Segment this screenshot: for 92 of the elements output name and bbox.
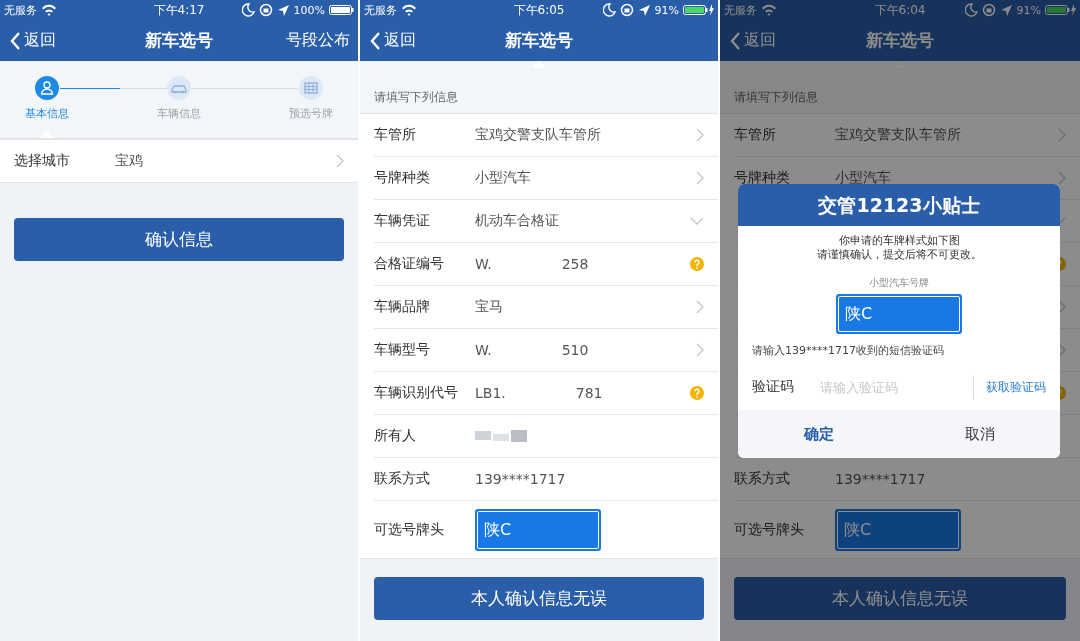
field-value: 139****1717 <box>475 471 566 487</box>
battery-percent: 91% <box>654 3 679 17</box>
plate-caption: 小型汽车号牌 <box>869 276 929 290</box>
clock-text: 下午6:04 <box>874 1 926 19</box>
chevron-right-icon <box>1058 171 1066 185</box>
confirm-button[interactable]: 本人确认信息无误 <box>374 577 704 620</box>
field-label: 联系方式 <box>734 470 791 488</box>
field-label: 车辆品牌 <box>374 298 431 316</box>
moon-icon <box>241 3 255 17</box>
moon-icon <box>602 3 616 17</box>
back-button[interactable]: 返回 <box>368 28 418 53</box>
field-value: 机动车合格证 <box>475 212 559 230</box>
carrier-text: 无服务 <box>364 2 397 18</box>
moon-icon <box>964 3 978 17</box>
field-label: 所有人 <box>374 427 417 445</box>
wifi-icon <box>401 3 417 17</box>
location-arrow-icon <box>637 3 651 17</box>
battery-percent: 91% <box>1016 3 1041 17</box>
license-plate: 陕C <box>475 508 601 551</box>
field-label: 联系方式 <box>374 470 431 488</box>
chevron-left-icon <box>10 30 21 51</box>
field-value: LB1. <box>475 385 506 401</box>
back-button[interactable]: 返回 <box>8 28 58 53</box>
header-link[interactable]: 号段公布 <box>286 30 350 51</box>
section-header: 请填写下列信息 <box>374 89 458 106</box>
field-label: 号牌种类 <box>374 169 431 187</box>
field-value: 258 <box>561 256 589 272</box>
field-label: 车辆识别代号 <box>374 384 459 402</box>
carrier-text: 无服务 <box>4 2 37 18</box>
rotation-lock-icon <box>981 3 996 17</box>
license-plate: 陕C <box>836 294 962 334</box>
field-label: 车管所 <box>734 126 777 144</box>
chevron-right-icon <box>336 154 344 168</box>
rotation-lock-icon <box>619 3 634 17</box>
screen-title: 新车选号 <box>505 29 573 52</box>
location-arrow-icon <box>999 3 1013 17</box>
confirm-button[interactable]: 确认信息 <box>14 218 344 261</box>
license-plate: 陕C <box>835 508 961 551</box>
field-label: 可选号牌头 <box>734 520 805 539</box>
help-icon <box>690 257 704 271</box>
person-icon <box>35 76 59 100</box>
get-code-link[interactable]: 获取验证码 <box>973 375 1046 399</box>
field-value: 小型汽车 <box>475 169 531 187</box>
wifi-icon <box>41 3 57 17</box>
chevron-right-icon <box>696 128 704 142</box>
help-icon <box>690 386 704 400</box>
field-value: 宝鸡 <box>115 152 143 170</box>
field-label: 号牌种类 <box>734 169 791 187</box>
field-value: 宝鸡交警支队车管所 <box>475 126 601 144</box>
field-label: 验证码 <box>752 378 795 396</box>
field-value: 小型汽车 <box>835 169 891 187</box>
field-label: 选择城市 <box>14 152 71 170</box>
field-value: 宝鸡交警支队车管所 <box>835 126 961 144</box>
field-value: W. <box>475 342 492 358</box>
sms-hint: 请输入139****1717收到的短信验证码 <box>752 343 944 358</box>
confirm-button[interactable]: 本人确认信息无误 <box>734 577 1066 620</box>
chevron-right-icon <box>696 343 704 357</box>
field-value: 139****1717 <box>835 471 926 487</box>
screen-title: 新车选号 <box>145 29 213 52</box>
carrier-text: 无服务 <box>724 2 757 18</box>
step-tab[interactable]: 基本信息 <box>12 76 82 121</box>
field-label: 可选号牌头 <box>374 520 445 539</box>
chevron-down-icon <box>690 217 704 225</box>
car-icon <box>167 76 191 100</box>
back-button[interactable]: 返回 <box>728 28 778 53</box>
chevron-right-icon <box>696 300 704 314</box>
dialog-message: 请谨慎确认，提交后将不可更改。 <box>816 248 982 262</box>
dialog-title: 交管12123小贴士 <box>738 184 1060 226</box>
field-value: 781 <box>575 385 603 401</box>
location-arrow-icon <box>276 3 290 17</box>
cancel-button[interactable]: 取消 <box>899 410 1060 458</box>
clock-text: 下午4:17 <box>153 1 205 19</box>
grid-icon <box>299 76 323 100</box>
wifi-icon <box>761 3 777 17</box>
field-value: 510 <box>561 342 589 358</box>
dialog-message: 你申请的车牌样式如下图 <box>838 234 960 248</box>
field-label: 车辆型号 <box>374 341 431 359</box>
section-header: 请填写下列信息 <box>734 89 818 106</box>
battery-percent: 100% <box>293 3 325 17</box>
rotation-lock-icon <box>258 3 273 17</box>
chevron-left-icon <box>730 30 741 51</box>
chevron-left-icon <box>370 30 381 51</box>
field-value: W. <box>475 256 492 272</box>
screen-title: 新车选号 <box>866 29 934 52</box>
ok-button[interactable]: 确定 <box>738 410 899 458</box>
clock-text: 下午6:05 <box>513 1 565 19</box>
field-value: 宝马 <box>475 298 503 316</box>
field-label: 车辆凭证 <box>374 212 431 230</box>
chevron-right-icon <box>1058 128 1066 142</box>
field-label: 车管所 <box>374 126 417 144</box>
chevron-right-icon <box>696 171 704 185</box>
field-label: 合格证编号 <box>374 255 445 273</box>
